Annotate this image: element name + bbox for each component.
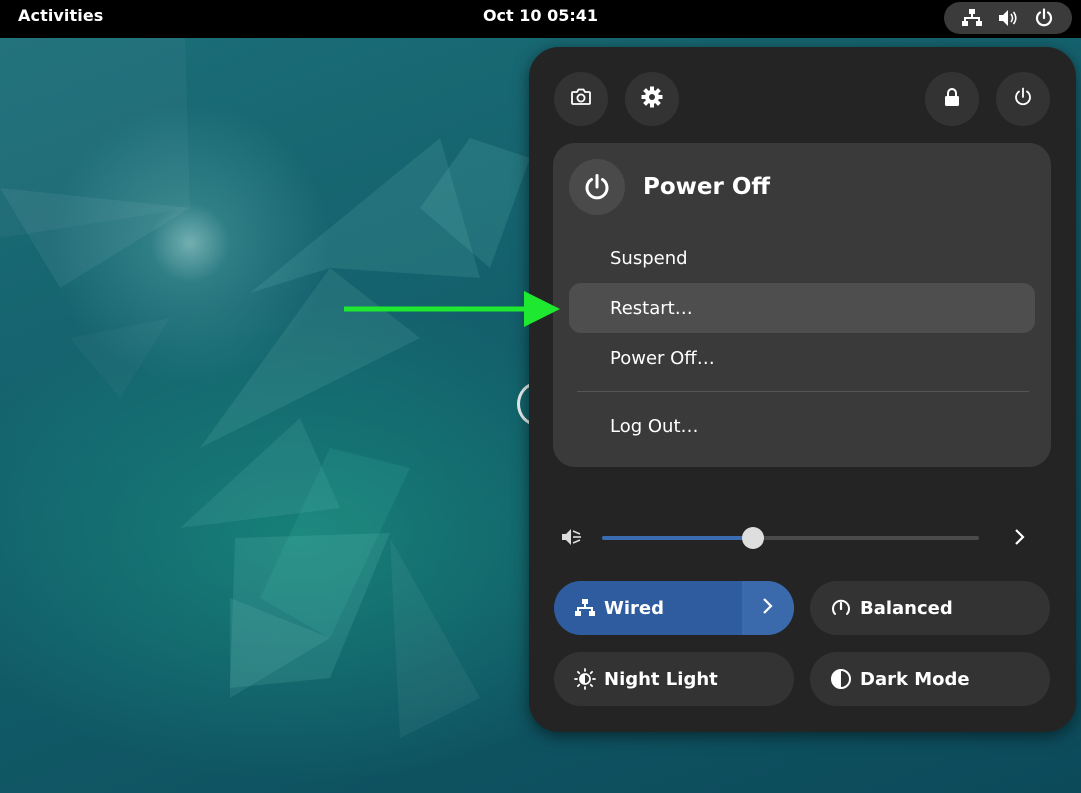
top-bar: Activities Oct 10 05:41 [0, 0, 1081, 38]
screenshot-button[interactable] [554, 72, 608, 126]
gear-icon [641, 86, 663, 112]
camera-icon [570, 87, 592, 111]
settings-button[interactable] [625, 72, 679, 126]
menu-item-label: Restart… [610, 297, 693, 319]
night-light-toggle[interactable]: Night Light [554, 652, 794, 706]
power-off-submenu: Power Off Suspend Restart… Power Off… Lo… [553, 143, 1051, 467]
menu-item-log-out[interactable]: Log Out… [569, 401, 1035, 451]
volume-slider[interactable] [602, 527, 979, 549]
wired-toggle[interactable]: Wired [554, 581, 794, 635]
power-icon [1013, 87, 1033, 111]
lock-button[interactable] [925, 72, 979, 126]
chevron-right-icon[interactable] [1013, 527, 1027, 551]
volume-slider-row [557, 517, 1037, 557]
volume-slider-fill [602, 536, 753, 540]
toggle-label: Wired [604, 597, 664, 619]
dark-mode-icon [829, 667, 853, 691]
toggle-label: Balanced [860, 597, 953, 619]
power-icon [569, 159, 625, 215]
network-wired-icon [573, 596, 597, 620]
balanced-toggle[interactable]: Balanced [810, 581, 1050, 635]
volume-slider-knob[interactable] [741, 527, 764, 549]
dark-mode-toggle[interactable]: Dark Mode [810, 652, 1050, 706]
night-light-icon [573, 667, 597, 691]
system-status-menu[interactable] [944, 2, 1072, 34]
menu-item-suspend[interactable]: Suspend [569, 233, 1035, 283]
menu-divider [577, 391, 1029, 392]
network-wired-icon [961, 7, 983, 29]
toggle-label: Night Light [604, 668, 718, 690]
menu-item-label: Power Off… [610, 347, 715, 369]
power-profile-icon [829, 596, 853, 620]
wired-menu-button[interactable] [742, 581, 794, 635]
submenu-header: Power Off [569, 159, 770, 215]
submenu-title: Power Off [643, 174, 771, 200]
power-button[interactable] [996, 72, 1050, 126]
clock[interactable]: Oct 10 05:41 [0, 6, 1081, 25]
menu-item-label: Suspend [610, 247, 688, 269]
menu-item-label: Log Out… [610, 415, 699, 437]
volume-muted-icon[interactable] [561, 527, 583, 551]
lock-icon [943, 87, 961, 111]
chevron-right-icon [761, 596, 775, 621]
quick-settings-panel: Power Off Suspend Restart… Power Off… Lo… [529, 47, 1076, 732]
power-icon [1033, 7, 1055, 29]
volume-icon [997, 7, 1019, 29]
menu-item-restart[interactable]: Restart… [569, 283, 1035, 333]
menu-item-power-off[interactable]: Power Off… [569, 333, 1035, 383]
toggle-label: Dark Mode [860, 668, 970, 690]
